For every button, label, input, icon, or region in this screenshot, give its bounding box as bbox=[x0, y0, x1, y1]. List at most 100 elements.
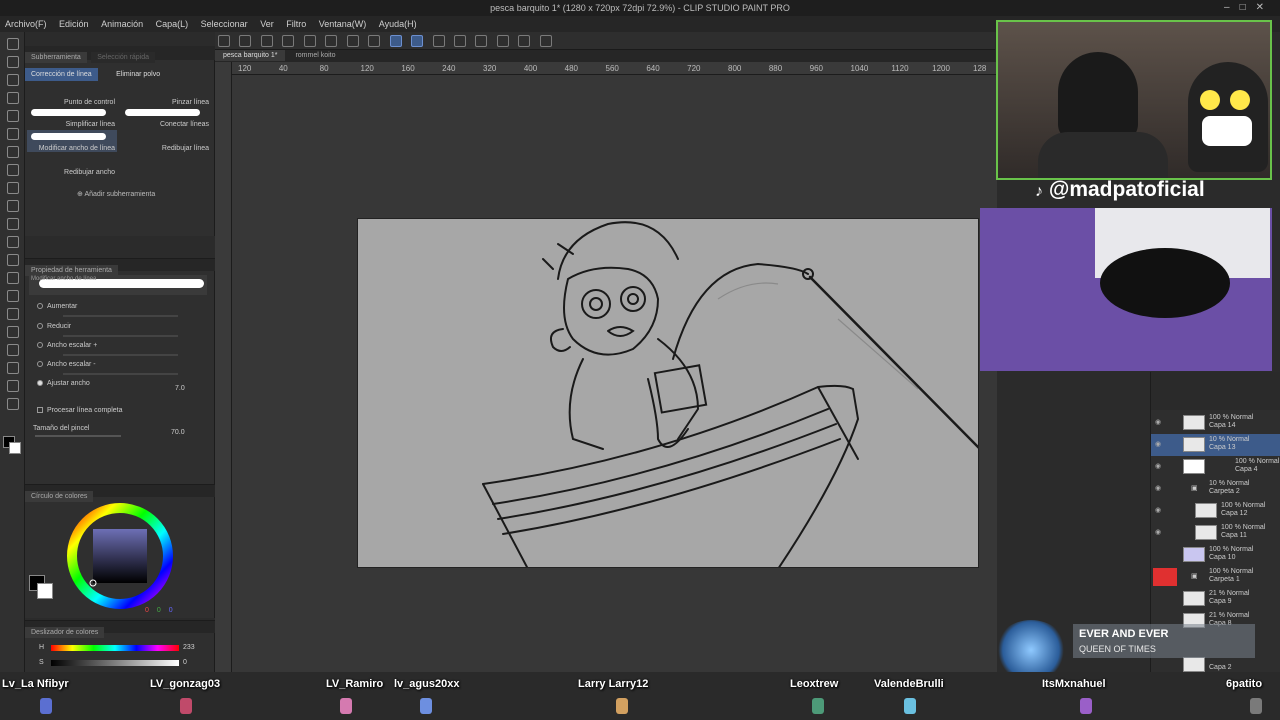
menu-edicion[interactable]: Edición bbox=[54, 16, 94, 29]
option-increase[interactable]: Aumentar bbox=[37, 303, 77, 310]
ruler-icon[interactable] bbox=[7, 344, 19, 356]
layer-row[interactable]: ◉ 100 % Normal Capa 11 bbox=[1151, 522, 1280, 544]
save-icon[interactable] bbox=[260, 35, 273, 47]
pen-icon[interactable] bbox=[432, 35, 445, 47]
open-icon[interactable] bbox=[239, 35, 252, 47]
quick-select-tab[interactable]: Selección rápida bbox=[91, 52, 156, 63]
transform-icon[interactable] bbox=[346, 35, 359, 47]
blend-icon[interactable] bbox=[7, 254, 19, 266]
window-controls[interactable]: –□✕ bbox=[1224, 2, 1274, 13]
layer-row[interactable]: 21 % Normal Capa 9 bbox=[1151, 588, 1280, 610]
subtool-item[interactable]: Pinzar línea bbox=[121, 84, 211, 106]
new-file-icon[interactable] bbox=[218, 35, 230, 47]
ruler-tick: 800 bbox=[728, 64, 742, 73]
menu-capa[interactable]: Capa(L) bbox=[151, 16, 194, 29]
left-pupil bbox=[589, 297, 603, 311]
width-value[interactable]: 7.0 bbox=[175, 385, 185, 392]
menu-seleccionar[interactable]: Seleccionar bbox=[196, 16, 253, 29]
selection-icon[interactable] bbox=[7, 92, 19, 104]
zoom-icon[interactable] bbox=[7, 38, 19, 50]
saturation-slider[interactable] bbox=[51, 660, 179, 666]
snap-special-ruler-icon[interactable] bbox=[411, 35, 424, 47]
frame-icon[interactable] bbox=[7, 326, 19, 338]
grid-icon[interactable] bbox=[453, 35, 466, 47]
subtool-item[interactable]: Redibujar ancho bbox=[27, 154, 117, 176]
hue-ring[interactable] bbox=[65, 501, 175, 611]
tab-remove-dust[interactable]: Eliminar polvo bbox=[110, 68, 166, 81]
subtool-item[interactable]: Punto de control bbox=[27, 84, 117, 106]
subtool-item[interactable]: Modificar ancho de línea bbox=[27, 130, 117, 152]
brush-size-slider[interactable] bbox=[35, 435, 121, 437]
fill-icon[interactable] bbox=[7, 272, 19, 284]
hue-slider[interactable] bbox=[51, 645, 179, 651]
layer-row[interactable]: 100 % Normal Capa 10 bbox=[1151, 544, 1280, 566]
eye-icon[interactable]: ◉ bbox=[1155, 506, 1161, 514]
eye-icon[interactable]: ◉ bbox=[1155, 528, 1161, 536]
menu-ayuda[interactable]: Ayuda(H) bbox=[374, 16, 422, 29]
clear-icon[interactable] bbox=[325, 35, 338, 47]
crop-icon[interactable] bbox=[368, 35, 381, 47]
subtool-item[interactable]: Conectar líneas bbox=[121, 106, 211, 128]
rotate-icon[interactable] bbox=[475, 35, 488, 47]
gradient-icon[interactable] bbox=[7, 290, 19, 302]
correct-line-icon[interactable] bbox=[7, 398, 19, 410]
move-icon[interactable] bbox=[7, 56, 19, 68]
subtool-item[interactable]: Simplificar línea bbox=[27, 106, 117, 128]
airbrush-icon[interactable] bbox=[7, 200, 19, 212]
operation-icon[interactable] bbox=[7, 74, 19, 86]
add-subtool-button[interactable]: ⊕ Añadir subherramienta bbox=[77, 190, 155, 198]
lasso-icon[interactable] bbox=[7, 110, 19, 122]
eye-icon[interactable]: ◉ bbox=[1155, 462, 1161, 470]
tab-pesca-barquito[interactable]: pesca barquito 1* bbox=[215, 50, 286, 61]
tab-rommel-koito[interactable]: rommel koito bbox=[287, 50, 343, 61]
figure-icon[interactable] bbox=[7, 308, 19, 320]
option-scale-minus[interactable]: Ancho escalar - bbox=[37, 361, 96, 368]
flip-icon[interactable] bbox=[518, 35, 531, 47]
drawing-canvas[interactable] bbox=[357, 218, 979, 568]
brush-icon[interactable] bbox=[7, 182, 19, 194]
sub-color-swatch[interactable] bbox=[9, 442, 21, 454]
eye-icon[interactable]: ◉ bbox=[1155, 418, 1161, 426]
subtool-tab[interactable]: Subherramienta bbox=[25, 52, 87, 63]
option-adjust-width[interactable]: Ajustar ancho bbox=[37, 380, 90, 387]
option-scale-plus[interactable]: Ancho escalar + bbox=[37, 342, 97, 349]
menu-animacion[interactable]: Animación bbox=[96, 16, 148, 29]
layer-row[interactable]: ◉ 100 % Normal Capa 12 bbox=[1151, 500, 1280, 522]
snap-ruler-icon[interactable] bbox=[389, 35, 402, 47]
subtool-item[interactable]: Redibujar línea bbox=[121, 130, 211, 152]
brush-size-label: Tamaño del pincel bbox=[33, 425, 89, 432]
process-whole-line-checkbox[interactable]: Procesar línea completa bbox=[37, 407, 122, 414]
decoration-icon[interactable] bbox=[7, 218, 19, 230]
eye-icon[interactable]: ◉ bbox=[1155, 484, 1161, 492]
menu-ver[interactable]: Ver bbox=[255, 16, 279, 29]
eye-icon[interactable]: ◉ bbox=[1155, 440, 1161, 448]
redo-icon[interactable] bbox=[303, 35, 316, 47]
layer-row[interactable]: ◉ 10 % Normal Capa 13 bbox=[1151, 434, 1280, 456]
folder-row[interactable]: ▣ 100 % Normal Carpeta 1 bbox=[1151, 566, 1280, 588]
balloon-icon[interactable] bbox=[7, 380, 19, 392]
folder-row[interactable]: ◉ ▣ 10 % Normal Carpeta 2 bbox=[1151, 478, 1280, 500]
layer-row[interactable]: ◉ 100 % Normal Capa 14 bbox=[1151, 412, 1280, 434]
text-icon[interactable] bbox=[7, 362, 19, 374]
menu-ventana[interactable]: Ventana(W) bbox=[314, 16, 372, 29]
tab-line-correction[interactable]: Corrección de línea bbox=[25, 68, 98, 81]
menu-filtro[interactable]: Filtro bbox=[281, 16, 311, 29]
brush-size-value[interactable]: 70.0 bbox=[171, 429, 185, 436]
eraser-icon[interactable] bbox=[7, 236, 19, 248]
eyedropper-icon[interactable] bbox=[7, 128, 19, 140]
fit-icon[interactable] bbox=[496, 35, 509, 47]
rod-bend bbox=[672, 262, 809, 360]
pen-tool-icon[interactable] bbox=[7, 146, 19, 158]
undo-icon[interactable] bbox=[282, 35, 295, 47]
option-reduce[interactable]: Reducir bbox=[37, 323, 71, 330]
layer-row[interactable]: ◉ 100 % Normal Capa 4 bbox=[1151, 456, 1280, 478]
menu-archivo[interactable]: Archivo(F) bbox=[0, 16, 52, 29]
pencil-icon[interactable] bbox=[7, 164, 19, 176]
webcam-overlay bbox=[996, 20, 1272, 180]
settings-icon[interactable] bbox=[539, 35, 552, 47]
viewer-avatar bbox=[812, 698, 824, 714]
album-art bbox=[995, 620, 1067, 680]
cat-mascot bbox=[1188, 62, 1268, 172]
ruler-tick: 1120 bbox=[891, 64, 909, 73]
secondary-color-swatch[interactable] bbox=[37, 583, 53, 599]
